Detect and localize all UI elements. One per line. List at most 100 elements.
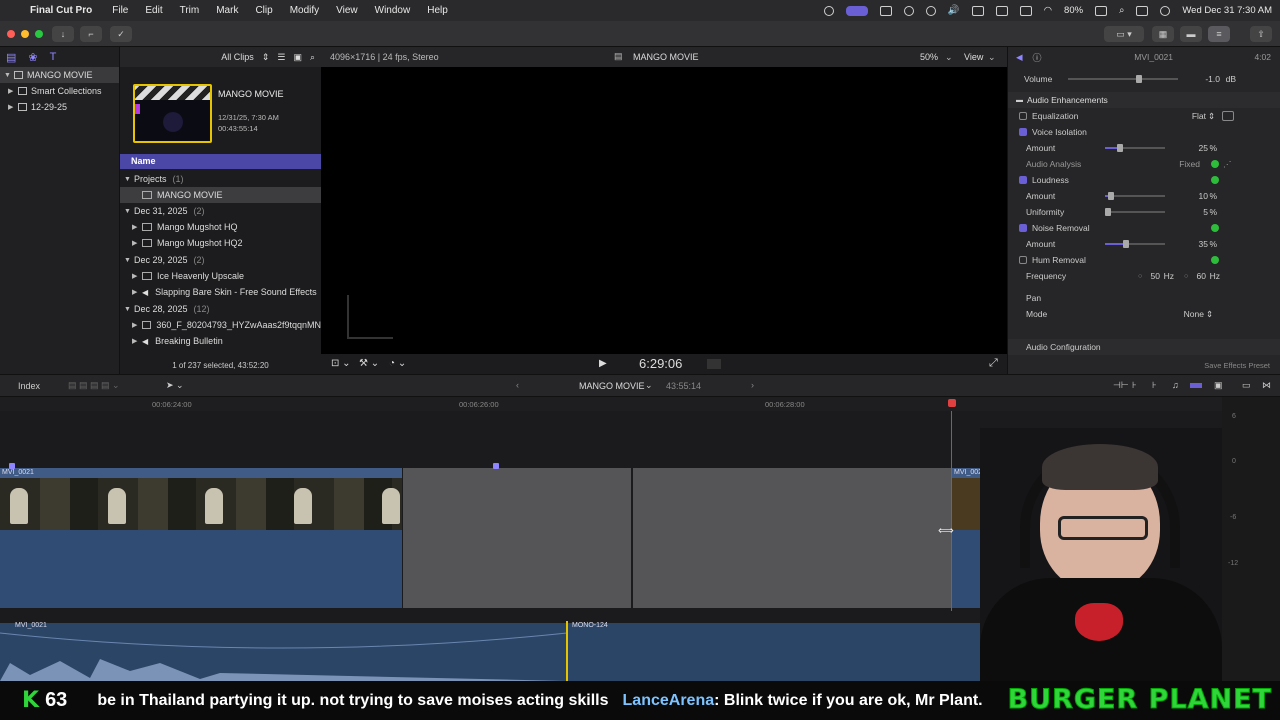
slider-knob[interactable] — [1123, 240, 1129, 248]
browser-row-mugshot-hq[interactable]: ▶ Mango Mugshot HQ — [120, 219, 321, 235]
wifi-icon[interactable]: ◠ — [1044, 5, 1052, 16]
project-chevron-icon[interactable]: ⌄ — [645, 380, 653, 391]
viewer-canvas[interactable] — [321, 67, 1007, 354]
noise-removal-checkbox[interactable] — [1019, 224, 1027, 232]
volume-value[interactable]: -1.0 — [1188, 74, 1220, 84]
disclosure-open-icon[interactable]: ▼ — [4, 72, 14, 79]
freq-60-option[interactable]: 60 — [1192, 271, 1206, 281]
loudness-amount-value[interactable]: 10 — [1180, 191, 1208, 201]
disclosure-open-icon[interactable]: ▼ — [124, 208, 134, 215]
menu-window[interactable]: Window — [375, 5, 411, 16]
eq-chevron-icon[interactable]: ⇕ — [1208, 111, 1215, 122]
search-icon[interactable]: ⌕ — [1119, 5, 1124, 16]
disclosure-closed-icon[interactable]: ▶ — [8, 87, 18, 95]
share-icon[interactable]: ⇧ — [1250, 26, 1272, 42]
name-column-header[interactable]: Name — [120, 154, 321, 169]
magic-wand-icon[interactable]: ⚒ ⌄ — [359, 358, 379, 369]
group-dec-28[interactable]: ▼ Dec 28, 2025 (12) — [120, 301, 321, 317]
library-mango-movie[interactable]: ▼ MANGO MOVIE — [0, 67, 119, 83]
audio-tab-icon[interactable]: ◀ — [1016, 52, 1023, 63]
menu-trim[interactable]: Trim — [180, 5, 200, 16]
vi-amount-value[interactable]: 25 — [1180, 143, 1208, 153]
slider-knob[interactable] — [1117, 144, 1123, 152]
clip-mvi-0021-filmstrip[interactable] — [0, 478, 402, 530]
control-center-icon[interactable] — [1136, 5, 1149, 16]
disclosure-closed-icon[interactable]: ▶ — [132, 288, 142, 296]
skimming-icon[interactable]: ⊦ — [1152, 380, 1157, 391]
show-inspector-icon[interactable]: ≡ — [1208, 26, 1230, 42]
transform-icon[interactable]: ⊡ ⌄ — [331, 358, 351, 369]
play-button[interactable]: ▶ — [599, 358, 607, 369]
titles-generators-icon[interactable]: T — [50, 51, 57, 63]
status-box-icon[interactable] — [971, 5, 984, 16]
browser-row-360[interactable]: ▶ 360_F_80204793_HYZwAaas2f9tqqnMN — [120, 317, 321, 333]
audio-configuration-header[interactable]: Audio Configuration — [1008, 339, 1280, 355]
show-browser-icon[interactable]: ▦ — [1152, 26, 1174, 42]
menu-edit[interactable]: Edit — [145, 5, 162, 16]
browser-search-icon[interactable]: ⌕ — [310, 52, 315, 63]
status-screen-record-icon[interactable] — [845, 5, 868, 16]
forward-icon[interactable]: › — [751, 380, 754, 390]
clip-filter-dropdown[interactable]: All Clips — [221, 52, 254, 62]
menu-file[interactable]: File — [112, 5, 128, 16]
back-icon[interactable]: ‹ — [516, 380, 519, 390]
show-timeline-icon[interactable]: ▬ — [1180, 26, 1202, 42]
speed-icon[interactable]: ◔ ⌄ — [389, 358, 406, 369]
clip-appearance-icons[interactable]: ▤ ▤ ▤ ▤ ⌄ — [68, 380, 120, 391]
solo-icon[interactable] — [1190, 383, 1202, 388]
slider-knob[interactable] — [1108, 192, 1114, 200]
volume-icon[interactable]: 🔊 — [948, 5, 960, 16]
keyword-icon[interactable]: ⌐ — [80, 26, 102, 42]
browser-row-mango-movie[interactable]: MANGO MOVIE — [120, 187, 321, 203]
marker-icon[interactable] — [493, 463, 499, 469]
status-display-icon[interactable] — [879, 5, 892, 16]
menubar-clock[interactable]: Wed Dec 31 7:30 AM — [1182, 5, 1272, 16]
status-monitor-icon[interactable] — [995, 5, 1008, 16]
radio-60-icon[interactable]: ○ — [1184, 273, 1188, 280]
audio-enhancements-header[interactable]: ▬ Audio Enhancements — [1008, 92, 1280, 108]
menu-app-name[interactable]: Final Cut Pro — [30, 5, 92, 16]
browser-row-slapping[interactable]: ▶ ◀ Slapping Bare Skin - Free Sound Effe… — [120, 284, 321, 300]
menu-modify[interactable]: Modify — [290, 5, 319, 16]
audio-clip-mvi-0021[interactable] — [0, 623, 567, 681]
viewer-zoom[interactable]: 50% — [920, 52, 938, 62]
clip-appearance-icon[interactable]: ▣ — [293, 52, 302, 63]
slider-knob[interactable] — [1105, 208, 1111, 216]
disclosure-closed-icon[interactable]: ▶ — [132, 321, 142, 329]
playhead-line[interactable] — [951, 411, 952, 611]
eq-preset-dropdown[interactable]: Flat — [1176, 111, 1206, 121]
noise-amount-slider[interactable] — [1105, 240, 1165, 248]
workspace-menu-icon[interactable]: ▭ ▾ — [1104, 26, 1144, 42]
library-event-12-29-25[interactable]: ▶ 12-29-25 — [0, 99, 119, 115]
group-dec-29[interactable]: ▼ Dec 29, 2025 (2) — [120, 252, 321, 268]
select-tool-icon[interactable]: ➤ ⌄ — [166, 380, 184, 391]
browser-row-breaking-bulletin[interactable]: ▶ ◀ Breaking Bulletin — [120, 333, 321, 349]
project-thumbnail[interactable] — [133, 84, 212, 143]
menu-help[interactable]: Help — [427, 5, 448, 16]
transitions-browser-icon[interactable]: ⋈ — [1262, 380, 1271, 391]
menu-clip[interactable]: Clip — [255, 5, 272, 16]
menu-view[interactable]: View — [336, 5, 358, 16]
loudness-checkbox[interactable] — [1019, 176, 1027, 184]
disclosure-open-icon[interactable]: ▼ — [124, 257, 134, 264]
gap-clip[interactable] — [403, 468, 631, 608]
background-tasks-icon[interactable]: ✓ — [110, 26, 132, 42]
save-effects-preset-button[interactable]: Save Effects Preset — [1180, 361, 1270, 370]
pan-header[interactable]: Pan — [1008, 290, 1280, 306]
zoom-window-button[interactable] — [35, 30, 43, 38]
disclosure-closed-icon[interactable]: ▶ — [132, 223, 142, 231]
snapping-icon[interactable]: ⊦ — [1132, 380, 1137, 391]
volume-slider[interactable] — [1068, 75, 1178, 83]
magic-wand-icon[interactable]: ⋰ — [1223, 159, 1232, 170]
battery-icon[interactable] — [1095, 5, 1108, 16]
clip-mvi-0021-body[interactable] — [0, 530, 402, 608]
zoom-chevron-icon[interactable]: ⌄ — [945, 52, 953, 63]
playhead-handle[interactable] — [948, 399, 956, 407]
group-dec-31[interactable]: ▼ Dec 31, 2025 (2) — [120, 203, 321, 219]
status-play-icon[interactable] — [925, 5, 936, 16]
equalization-checkbox[interactable] — [1019, 112, 1027, 120]
browser-row-ice-heavenly[interactable]: ▶ Ice Heavenly Upscale — [120, 268, 321, 284]
clip-appearance-toggle-icon[interactable]: ▣ — [1214, 380, 1223, 391]
index-button[interactable]: Index — [18, 381, 40, 391]
gap-clip[interactable] — [633, 468, 951, 608]
